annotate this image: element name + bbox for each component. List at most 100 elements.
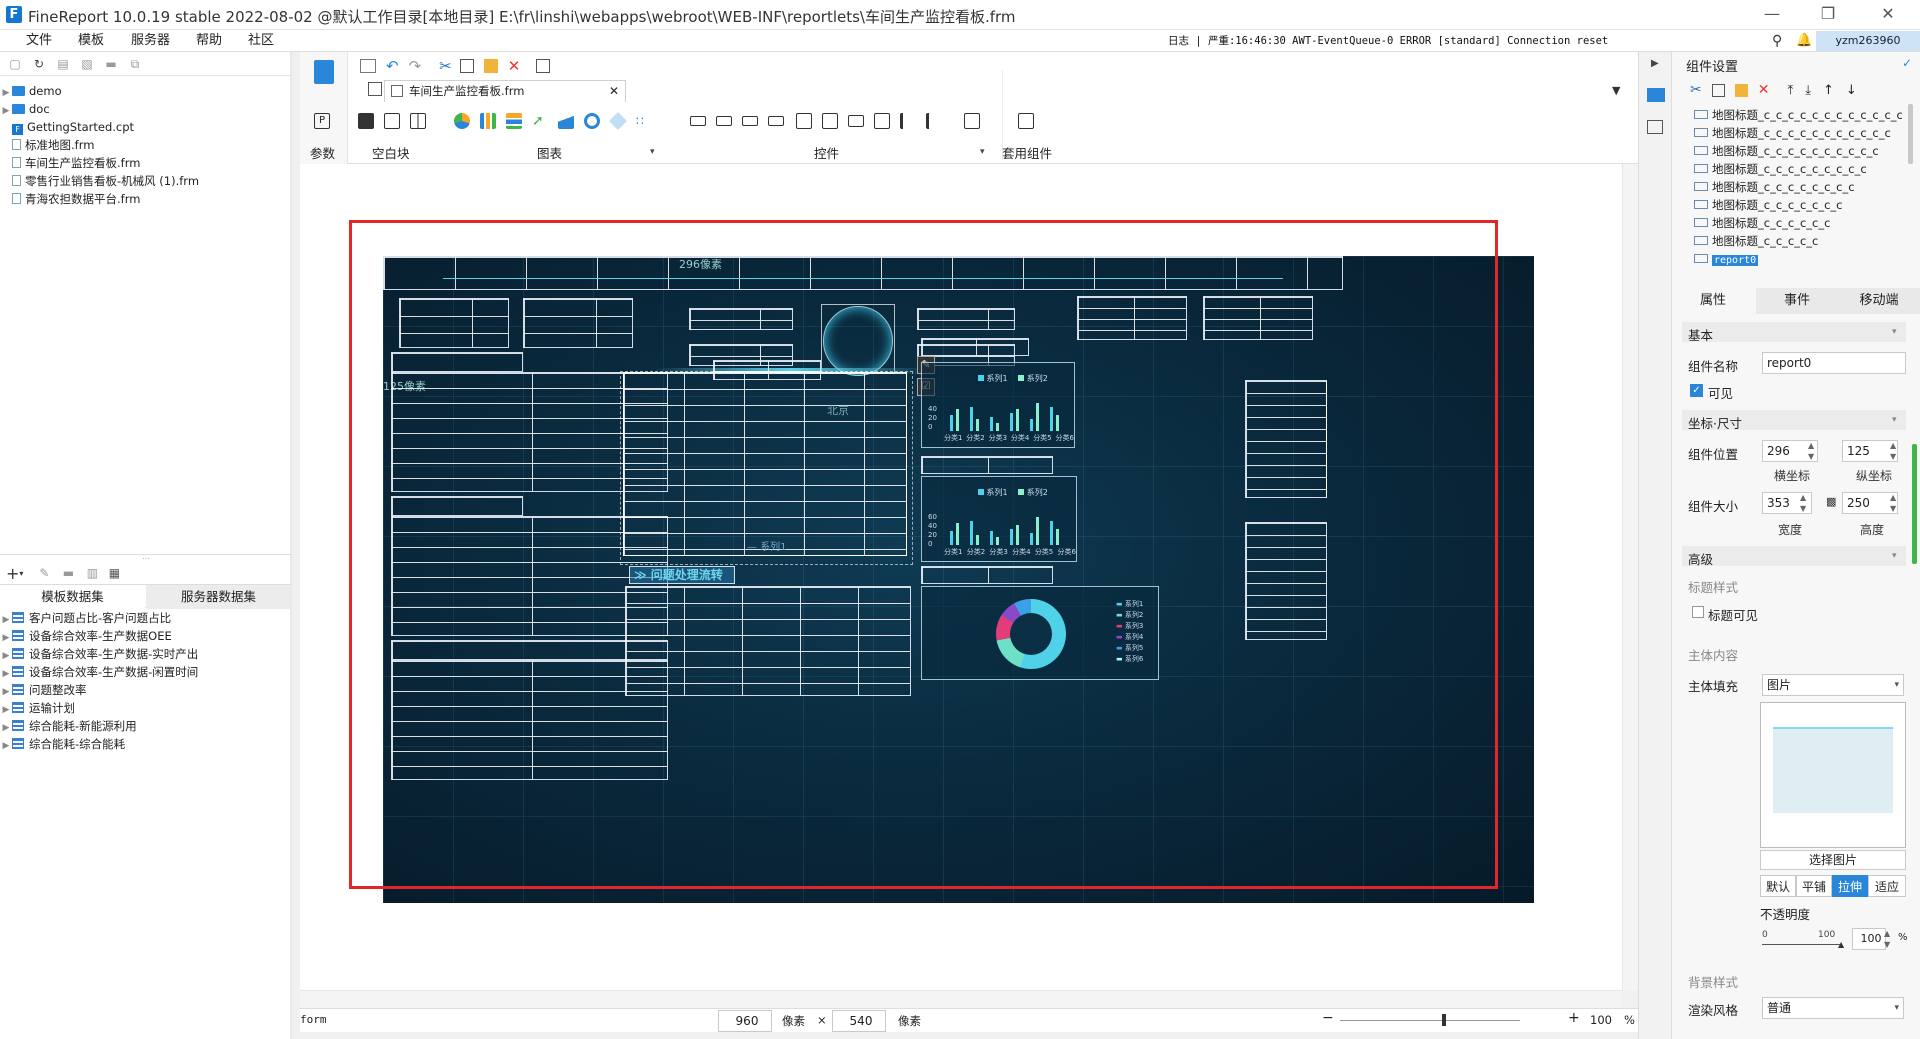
chevron-down-icon[interactable]: ▾	[1892, 327, 1897, 337]
component-settings-icon[interactable]	[1647, 88, 1665, 102]
visible-checkbox[interactable]: ✓	[1690, 384, 1703, 397]
tab-properties[interactable]: 属性	[1672, 288, 1754, 314]
absolute-block-icon[interactable]	[384, 113, 400, 129]
component-item[interactable]: 地图标题_c_c_c_c_c_c_c	[1694, 196, 1843, 214]
dataset-item[interactable]: ▶ 综合能耗-综合能耗	[0, 735, 290, 753]
maximize-button[interactable]: ❐	[1800, 0, 1856, 30]
chevron-down-icon[interactable]: ▾	[1892, 415, 1897, 425]
preview-dataset-icon[interactable]: ▥	[85, 566, 99, 580]
chevron-down-icon[interactable]: ▾	[650, 147, 655, 157]
gauge-chart-icon[interactable]	[584, 113, 600, 129]
user-account[interactable]: yzm263960	[1816, 31, 1920, 51]
bell-icon[interactable]: 🔔	[1796, 33, 1812, 48]
tree-item-retail-board[interactable]: 零售行业销售看板-机械风 (1).frm	[0, 172, 290, 190]
component-list-scrollbar[interactable]	[1908, 104, 1913, 164]
horizontal-scrollbar[interactable]	[300, 990, 1622, 1008]
copy-icon[interactable]: ⧉	[128, 57, 142, 71]
menu-server[interactable]: 服务器	[131, 30, 170, 52]
section-header-advanced[interactable]	[1682, 546, 1906, 566]
close-tab-icon[interactable]: ✕	[609, 81, 619, 102]
image-mode-tile[interactable]: 平铺	[1796, 875, 1832, 897]
section-header-basic[interactable]	[1682, 322, 1906, 342]
template-component-icon[interactable]	[1018, 113, 1034, 129]
move-top-icon[interactable]: ⤒	[1787, 83, 1793, 98]
horizontal-bar-icon[interactable]	[506, 113, 522, 129]
edit-dataset-icon[interactable]: ✎	[37, 566, 51, 580]
scatter-chart-icon[interactable]: ∷	[636, 113, 652, 129]
chevron-down-icon[interactable]: ▾	[19, 569, 23, 578]
dataset-item[interactable]: ▶ 客户问题占比-客户问题占比	[0, 609, 290, 627]
text-widget-icon[interactable]	[716, 116, 732, 126]
tree-item-gettingstarted[interactable]: F GettingStarted.cpt	[0, 118, 290, 136]
dataset-item[interactable]: ▶ 设备综合效率-生产数据-实时产出	[0, 645, 290, 663]
body-fill-select[interactable]: 图片 ▾	[1762, 674, 1904, 696]
zoom-in-button[interactable]: +	[1568, 1010, 1580, 1026]
component-item[interactable]: 地图标题_c_c_c_c_c_c_c_c_c_c_c_c	[1694, 106, 1903, 124]
choose-image-button[interactable]: 选择图片	[1760, 850, 1906, 870]
tab-template-dataset[interactable]: 模板数据集	[0, 585, 145, 609]
panel-divider[interactable]: …	[0, 553, 292, 561]
chevron-down-icon[interactable]: ▾	[980, 147, 985, 157]
number-widget-icon[interactable]	[742, 116, 758, 126]
zoom-slider[interactable]	[1340, 1020, 1520, 1021]
delete-dataset-icon[interactable]: ▬	[61, 566, 75, 580]
rename-icon[interactable]: ▧	[80, 57, 94, 71]
date-widget-icon[interactable]	[796, 113, 812, 129]
layout-icon[interactable]	[368, 82, 382, 96]
zoom-out-button[interactable]: −	[1322, 1010, 1334, 1026]
refresh-icon[interactable]: ↻	[32, 57, 46, 71]
line-chart-icon[interactable]: ➚	[532, 113, 548, 129]
component-item-selected[interactable]: report0	[1694, 250, 1759, 268]
area-chart-icon[interactable]	[558, 113, 574, 129]
zoom-value[interactable]: 100	[1590, 1013, 1612, 1027]
component-item[interactable]: 地图标题_c_c_c_c_c	[1694, 232, 1818, 250]
opacity-slider[interactable]	[1762, 944, 1842, 945]
button-widget-icon[interactable]	[690, 116, 706, 126]
tree-item-workshop-board[interactable]: 车间生产监控看板.frm	[0, 154, 290, 172]
move-bottom-icon[interactable]: ⤓	[1805, 83, 1811, 98]
search-icon[interactable]: ⚲	[1772, 33, 1782, 49]
edit-icon[interactable]: ▤	[56, 57, 70, 71]
cut-icon[interactable]: ✂	[1690, 82, 1702, 98]
delete-icon[interactable]: ▬	[104, 57, 118, 71]
collapse-panel-icon[interactable]: ▶	[1651, 58, 1659, 69]
vertical-scrollbar[interactable]	[1622, 164, 1638, 990]
delete-icon[interactable]: ✕	[508, 57, 521, 75]
layout-settings-icon[interactable]	[1647, 120, 1663, 134]
undo-icon[interactable]: ↶	[386, 57, 399, 75]
parameter-icon[interactable]: P	[314, 113, 330, 129]
cut-icon[interactable]: ✂	[439, 57, 452, 75]
render-style-select[interactable]: 普通 ▾	[1762, 997, 1904, 1019]
add-dataset-icon[interactable]: +	[6, 564, 19, 583]
menu-community[interactable]: 社区	[248, 30, 274, 52]
pin-icon[interactable]: ✓	[1902, 56, 1912, 70]
preview-icon[interactable]	[536, 59, 551, 73]
chevron-down-icon[interactable]: ▾	[1892, 551, 1897, 561]
document-tab[interactable]: 车间生产监控看板.frm ✕	[384, 80, 626, 102]
component-name-input[interactable]: report0	[1762, 352, 1906, 374]
label-widget-icon[interactable]	[848, 115, 864, 127]
tab-events[interactable]: 事件	[1756, 288, 1838, 314]
component-item[interactable]: 地图标题_c_c_c_c_c_c_c_c_c	[1694, 160, 1867, 178]
combo-widget-icon[interactable]	[768, 116, 784, 126]
dataset-item[interactable]: ▶ 设备综合效率-生产数据OEE	[0, 627, 290, 645]
menu-file[interactable]: 文件	[26, 30, 52, 52]
left-panel-splitter[interactable]	[290, 52, 292, 1039]
dataset-item[interactable]: ▶ 设备综合效率-生产数据-闲置时间	[0, 663, 290, 681]
tab-menu-icon[interactable]: ▼	[1612, 84, 1620, 97]
canvas-height-input[interactable]: 540	[832, 1010, 886, 1032]
dataset-item[interactable]: ▶ 运输计划	[0, 699, 290, 717]
dataset-item[interactable]: ▶ 问题整改率	[0, 681, 290, 699]
blank-block-icon[interactable]	[358, 113, 374, 129]
widget-library-icon[interactable]	[314, 60, 334, 84]
image-mode-default[interactable]: 默认	[1760, 875, 1796, 897]
dataset-item[interactable]: ▶ 综合能耗-新能源利用	[0, 717, 290, 735]
component-item[interactable]: 地图标题_c_c_c_c_c_c_c_c_c_c_c	[1694, 124, 1891, 142]
tree-item-doc[interactable]: ▶ doc	[0, 100, 290, 118]
table-widget-icon[interactable]	[822, 113, 838, 129]
redo-icon[interactable]: ↷	[409, 57, 422, 75]
move-up-icon[interactable]: ↑	[1823, 83, 1834, 98]
tab-mobile[interactable]: 移动端	[1838, 288, 1920, 314]
component-item[interactable]: 地图标题_c_c_c_c_c_c_c_c	[1694, 178, 1855, 196]
copy-icon[interactable]	[1711, 83, 1725, 97]
